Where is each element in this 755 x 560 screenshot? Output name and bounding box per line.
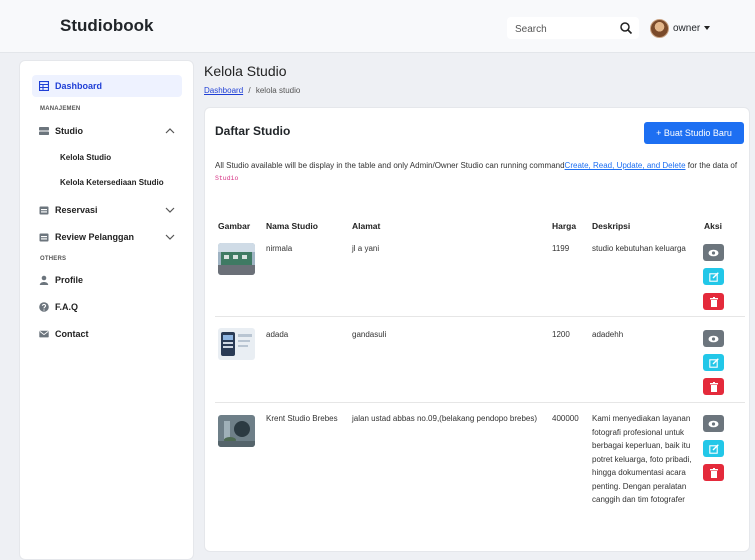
breadcrumb-current: kelola studio	[255, 86, 301, 95]
eye-icon	[708, 335, 719, 342]
question-circle-icon	[39, 302, 49, 312]
sidebar-item-reservasi[interactable]: Reservasi	[39, 203, 189, 217]
studio-price: 400000	[552, 414, 579, 423]
view-button[interactable]	[703, 330, 724, 347]
calendar-icon	[39, 233, 49, 242]
crud-link[interactable]: Create, Read, Update, and Delete	[565, 161, 686, 170]
breadcrumb: Dashboard / kelola studio	[204, 86, 300, 95]
sidebar-item-label: F.A.Q	[55, 302, 79, 312]
sidebar-item-label: Contact	[55, 329, 89, 339]
description-text-2: for the data of	[685, 161, 738, 170]
caret-down-icon	[704, 26, 711, 30]
eye-icon	[708, 249, 719, 256]
sidebar-item-faq[interactable]: F.A.Q	[39, 300, 78, 314]
column-header-harga: Harga	[552, 221, 577, 231]
search-icon[interactable]	[619, 21, 633, 35]
column-header-nama: Nama Studio	[266, 221, 318, 231]
sidebar-item-label: Dashboard	[55, 81, 103, 91]
card-description: All Studio available will be display in …	[215, 160, 745, 185]
studio-image	[218, 243, 255, 275]
description-text: All Studio available will be display in …	[215, 161, 565, 170]
server-icon	[39, 127, 49, 135]
studio-name: nirmala	[266, 244, 293, 253]
sidebar-item-dashboard[interactable]: Dashboard	[32, 75, 182, 97]
edit-icon	[708, 271, 719, 282]
sidebar-subitem-kelola-ketersediaan[interactable]: Kelola Ketersediaan Studio	[60, 178, 164, 187]
sidebar-item-review[interactable]: Review Pelanggan	[39, 230, 189, 244]
studio-name: adada	[266, 330, 289, 339]
breadcrumb-separator: /	[248, 86, 251, 95]
breadcrumb-dashboard-link[interactable]: Dashboard	[204, 86, 243, 95]
studio-description: adadehh	[592, 330, 624, 339]
studio-address: jl a yani	[352, 244, 380, 253]
studio-image	[218, 328, 255, 360]
studio-name: Krent Studio Brebes	[266, 414, 338, 423]
sidebar-item-label: Profile	[55, 275, 84, 285]
sidebar-section-others: OTHERS	[40, 256, 67, 262]
user-icon	[39, 275, 49, 285]
column-header-alamat: Alamat	[352, 221, 381, 231]
search-input[interactable]	[513, 18, 612, 40]
view-button[interactable]	[703, 415, 724, 432]
table-icon	[39, 81, 49, 91]
row-divider	[215, 402, 745, 403]
chevron-up-icon	[165, 128, 175, 134]
column-header-aksi: Aksi	[704, 221, 722, 231]
sidebar-item-contact[interactable]: Contact	[39, 327, 89, 341]
sidebar-item-studio[interactable]: Studio	[39, 124, 189, 138]
studio-address: gandasuli	[352, 330, 387, 339]
create-studio-button[interactable]: + Buat Studio Baru	[644, 122, 744, 144]
chevron-down-icon	[165, 234, 175, 240]
calendar-icon	[39, 206, 49, 215]
avatar	[650, 18, 669, 38]
delete-button[interactable]	[703, 293, 724, 310]
edit-button[interactable]	[703, 268, 724, 285]
studio-code: Studio	[215, 175, 239, 182]
trash-icon	[709, 381, 718, 392]
trash-icon	[709, 467, 718, 478]
studio-price: 1200	[552, 330, 570, 339]
studio-thumbnail	[218, 415, 255, 447]
user-menu[interactable]: owner	[650, 17, 711, 39]
row-divider	[215, 316, 745, 317]
edit-icon	[708, 443, 719, 454]
column-header-gambar: Gambar	[218, 221, 251, 231]
search-box	[507, 17, 639, 40]
edit-icon	[708, 357, 719, 368]
sidebar-item-profile[interactable]: Profile	[39, 273, 83, 287]
sidebar-item-label: Review Pelanggan	[55, 232, 135, 242]
sidebar-item-label: Studio	[55, 126, 83, 136]
column-header-deskripsi: Deskripsi	[592, 221, 631, 231]
delete-button[interactable]	[703, 378, 724, 395]
studio-list-card: Daftar Studio + Buat Studio Baru All Stu…	[204, 107, 750, 552]
user-name: owner	[673, 22, 701, 34]
eye-icon	[708, 420, 719, 427]
studio-thumbnail	[218, 328, 255, 360]
studio-image	[218, 415, 255, 447]
card-title: Daftar Studio	[215, 124, 291, 138]
sidebar: Dashboard MANAJEMEN Studio Kelola Studio…	[19, 60, 194, 560]
top-navbar: Studiobook owner	[0, 0, 755, 53]
studio-description: studio kebutuhan keluarga	[592, 244, 686, 253]
page-title: Kelola Studio	[204, 63, 287, 79]
edit-button[interactable]	[703, 440, 724, 457]
sidebar-item-label: Reservasi	[55, 205, 98, 215]
delete-button[interactable]	[703, 464, 724, 481]
edit-button[interactable]	[703, 354, 724, 371]
trash-icon	[709, 296, 718, 307]
sidebar-subitem-kelola-studio[interactable]: Kelola Studio	[60, 153, 111, 162]
studio-description: Kami menyediakan layanan fotografi profe…	[592, 414, 692, 504]
studio-thumbnail	[218, 243, 255, 275]
envelope-icon	[39, 330, 49, 338]
studio-price: 1199	[552, 244, 570, 253]
chevron-down-icon	[165, 207, 175, 213]
view-button[interactable]	[703, 244, 724, 261]
studio-address: jalan ustad abbas no.09,(belakang pendop…	[352, 414, 538, 423]
sidebar-section-manajemen: MANAJEMEN	[40, 106, 81, 112]
brand-logo[interactable]: Studiobook	[60, 16, 153, 36]
